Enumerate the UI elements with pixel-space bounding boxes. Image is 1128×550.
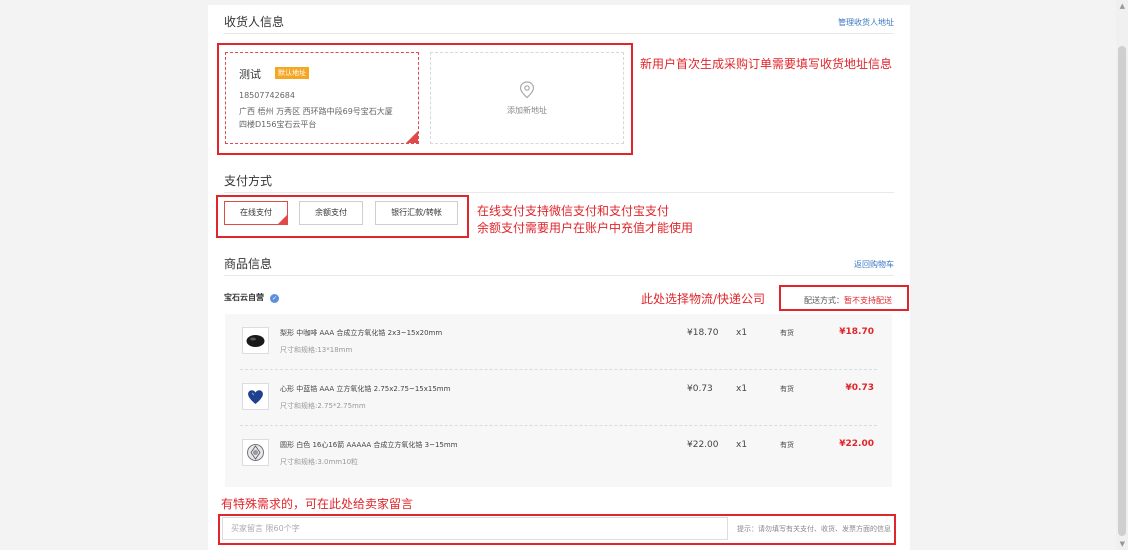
order-items-list: 梨形 中咖啡 AAA 合成立方氧化锆 2x3~15x20mm 尺寸和规格:13*… [225,314,892,487]
annotation-box-message [218,514,896,545]
list-item: 心形 中蓝锆 AAA 立方氧化锆 2.75x2.75~15x15mm 尺寸和规格… [225,370,892,426]
product-stock: 有货 [780,385,794,393]
product-total: ¥0.73 [845,383,874,393]
receiver-section-header: 收货人信息 管理收货人地址 [224,5,894,34]
product-price: ¥18.70 [687,328,719,338]
product-qty: x1 [736,328,748,338]
gem-round-icon [247,444,264,461]
receiver-title: 收货人信息 [224,15,285,29]
product-total: ¥22.00 [839,439,874,449]
product-thumbnail[interactable] [242,439,269,466]
product-name[interactable]: 心形 中蓝锆 AAA 立方氧化锆 2.75x2.75~15x15mm [280,384,450,394]
annotation-box-address [217,43,633,155]
product-spec: 尺寸和规格:13*18mm [280,346,353,354]
product-price: ¥0.73 [687,384,713,394]
product-thumbnail[interactable] [242,327,269,354]
list-item: 梨形 中咖啡 AAA 合成立方氧化锆 2x3~15x20mm 尺寸和规格:13*… [225,314,892,370]
product-spec: 尺寸和规格:3.0mm10粒 [280,458,359,466]
goods-title: 商品信息 [224,257,273,271]
product-stock: 有货 [780,441,794,449]
product-qty: x1 [736,440,748,450]
payment-title: 支付方式 [224,174,273,188]
scroll-down-icon[interactable]: ▼ [1120,540,1125,548]
product-name[interactable]: 圆形 白色 16心16箭 AAAAA 合成立方氧化锆 3~15mm [280,440,458,450]
annotation-box-payment [216,195,469,238]
scroll-thumb[interactable] [1118,46,1126,536]
annotation-box-shipping [779,285,909,311]
gem-heart-icon [248,390,263,404]
manage-address-link[interactable]: 管理收货人地址 [838,17,894,28]
store-name: 宝石云自营 [224,293,264,302]
product-qty: x1 [736,384,748,394]
product-name[interactable]: 梨形 中咖啡 AAA 合成立方氧化锆 2x3~15x20mm [280,328,442,338]
product-price: ¥22.00 [687,440,719,450]
goods-section-header: 商品信息 返回购物车 [224,247,894,276]
product-total: ¥18.70 [839,327,874,337]
payment-section-header: 支付方式 [224,164,894,193]
annotation-address-text: 新用户首次生成采购订单需要填写收货地址信息 [640,57,893,71]
annotation-pay-text-2: 余额支付需要用户在账户中充值才能使用 [477,221,694,235]
gem-pear-icon [246,335,265,347]
product-stock: 有货 [780,329,794,337]
annotation-pay-text-1: 在线支付支持微信支付和支付宝支付 [477,204,670,218]
scroll-up-icon[interactable]: ▲ [1120,2,1125,10]
annotation-logistics-text: 此处选择物流/快递公司 [641,292,766,306]
scrollbar[interactable]: ▲ ▼ [1116,0,1128,550]
product-thumbnail[interactable] [242,383,269,410]
product-spec: 尺寸和规格:2.75*2.75mm [280,402,366,410]
back-to-cart-link[interactable]: 返回购物车 [854,259,894,270]
store-verified-icon: ✓ [270,294,279,303]
annotation-message-text: 有特殊需求的，可在此处给卖家留言 [221,497,414,511]
list-item: 圆形 白色 16心16箭 AAAAA 合成立方氧化锆 3~15mm 尺寸和规格:… [225,426,892,482]
